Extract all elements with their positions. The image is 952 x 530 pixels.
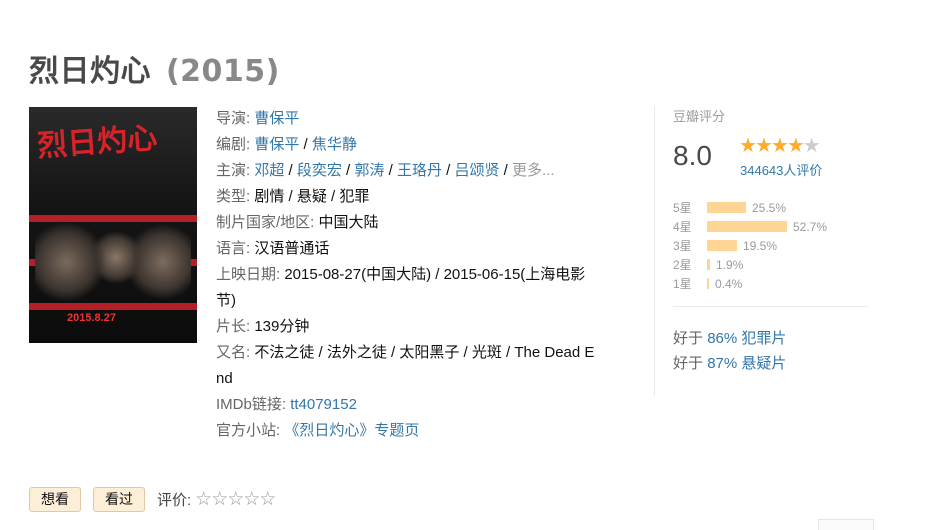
info-aka-cont: nd bbox=[216, 370, 233, 387]
better-than-row: 好于 86% 犯罪片 bbox=[673, 330, 787, 347]
rating-stars: ★★★★★ bbox=[739, 133, 821, 158]
info-writers: 编剧: 曹保平 / 焦华静 bbox=[216, 136, 357, 153]
star-filled-icon: ★ bbox=[739, 135, 757, 157]
rating-bar-fill bbox=[707, 202, 746, 213]
page-title: 烈日灼心 (2015) bbox=[29, 46, 280, 90]
writer-link[interactable]: 焦华静 bbox=[312, 136, 357, 153]
better-than-link[interactable]: 86% 犯罪片 bbox=[707, 330, 786, 347]
cast-link[interactable]: 王珞丹 bbox=[397, 162, 442, 179]
rating-bar-percent: 19.5% bbox=[743, 238, 778, 253]
star-filled-icon: ★ bbox=[786, 135, 805, 157]
cast-more-link[interactable]: 更多... bbox=[512, 162, 555, 179]
rating-bar-label: 5星 bbox=[673, 201, 692, 215]
want-to-watch-button[interactable]: 想看 bbox=[29, 487, 81, 512]
info-genre: 类型: 剧情 / 悬疑 / 犯罪 bbox=[216, 188, 370, 205]
runtime-value: 139分钟 bbox=[254, 318, 310, 335]
rate-label: 评价: bbox=[157, 492, 192, 509]
official-site-link[interactable]: 《烈日灼心》专题页 bbox=[284, 422, 419, 439]
genre-value: 剧情 / 悬疑 / 犯罪 bbox=[254, 188, 370, 205]
rating-bar-label: 2星 bbox=[673, 258, 692, 272]
rating-bar-percent: 1.9% bbox=[716, 257, 744, 272]
rating-bar-label: 3星 bbox=[673, 239, 692, 253]
rating-votes-link[interactable]: 344643人评价 bbox=[740, 160, 822, 179]
poster-title-art: 烈日灼心 bbox=[36, 120, 159, 165]
rating-bar-fill bbox=[707, 278, 709, 289]
rating-divider bbox=[673, 306, 868, 307]
star-filled-icon: ★ bbox=[754, 135, 773, 157]
rating-bar-label: 4星 bbox=[673, 220, 692, 234]
section-divider bbox=[654, 106, 655, 396]
rating-bar-percent: 25.5% bbox=[752, 200, 787, 215]
info-site: 官方小站: 《烈日灼心》专题页 bbox=[216, 422, 420, 439]
rating-bar-row: 2星 1.9% bbox=[673, 255, 827, 274]
movie-info: 导演: 曹保平 编剧: 曹保平 / 焦华静 主演: 邓超 / 段奕宏 / 郭涛 … bbox=[216, 106, 636, 444]
aka-value: 不法之徒 / 法外之徒 / 太阳黑子 / 光斑 / The Dead E bbox=[254, 344, 595, 361]
rating-label: 豆瓣评分 bbox=[673, 109, 726, 124]
movie-poster[interactable]: 烈日灼心 2015.8.27 bbox=[29, 107, 197, 343]
language-value: 汉语普通话 bbox=[254, 240, 330, 257]
cast-link[interactable]: 吕颂贤 bbox=[454, 162, 499, 179]
rating-bar-row: 4星 52.7% bbox=[673, 217, 827, 236]
poster-date: 2015.8.27 bbox=[67, 312, 116, 324]
rating-bar-fill bbox=[707, 240, 737, 251]
info-country: 制片国家/地区: 中国大陆 bbox=[216, 214, 379, 231]
cast-link[interactable]: 邓超 bbox=[254, 162, 284, 179]
bottom-widget-edge bbox=[818, 519, 874, 530]
cast-link[interactable]: 郭涛 bbox=[354, 162, 384, 179]
info-aka: 又名: 不法之徒 / 法外之徒 / 太阳黑子 / 光斑 / The Dead E bbox=[216, 344, 595, 361]
info-release-cont: 节) bbox=[216, 292, 236, 309]
rating-bar-row: 3星 19.5% bbox=[673, 236, 827, 255]
imdb-link[interactable]: tt4079152 bbox=[290, 396, 357, 413]
info-runtime: 片长: 139分钟 bbox=[216, 318, 310, 335]
release-value: 2015-08-27(中国大陆) / 2015-06-15(上海电影 bbox=[284, 266, 586, 283]
country-value: 中国大陆 bbox=[318, 214, 379, 231]
writer-link[interactable]: 曹保平 bbox=[254, 136, 299, 153]
rating-bar-label: 1星 bbox=[673, 277, 692, 291]
star-empty-icon: ★ bbox=[802, 135, 821, 157]
info-language: 语言: 汉语普通话 bbox=[216, 240, 330, 257]
rating-score: 8.0 bbox=[673, 140, 712, 171]
star-filled-icon: ★ bbox=[770, 135, 789, 157]
director-link[interactable]: 曹保平 bbox=[254, 110, 299, 127]
movie-title: 烈日灼心 bbox=[29, 54, 151, 89]
info-director: 导演: 曹保平 bbox=[216, 110, 300, 127]
rating-bar-row: 1星 0.4% bbox=[673, 274, 827, 293]
watched-button[interactable]: 看过 bbox=[93, 487, 145, 512]
rate-stars-input[interactable]: ☆☆☆☆☆ bbox=[195, 488, 276, 511]
info-release: 上映日期: 2015-08-27(中国大陆) / 2015-06-15(上海电影 bbox=[216, 266, 586, 283]
user-actions: 想看 看过 评价: ☆☆☆☆☆ bbox=[29, 487, 276, 512]
info-cast: 主演: 邓超 / 段奕宏 / 郭涛 / 王珞丹 / 吕颂贤 / 更多... bbox=[216, 162, 555, 179]
movie-year: (2015) bbox=[165, 54, 280, 89]
rating-distribution: 5星 25.5% 4星 52.7% 3星 19.5% 2星 1.9% 1星 0.… bbox=[673, 198, 827, 293]
rating-bar-fill bbox=[707, 221, 787, 232]
cast-link[interactable]: 段奕宏 bbox=[297, 162, 342, 179]
better-than-link[interactable]: 87% 悬疑片 bbox=[707, 355, 786, 372]
rating-bar-percent: 52.7% bbox=[793, 219, 828, 234]
better-than-section: 好于 86% 犯罪片 好于 87% 悬疑片 bbox=[673, 326, 786, 376]
poster-faces-image bbox=[35, 217, 191, 307]
rating-bar-row: 5星 25.5% bbox=[673, 198, 827, 217]
rating-bar-percent: 0.4% bbox=[715, 276, 743, 291]
rating-panel: 豆瓣评分 8.0 ★★★★★ 344643人评价 5星 25.5% 4星 52.… bbox=[673, 106, 868, 372]
better-than-row: 好于 87% 悬疑片 bbox=[673, 355, 787, 372]
info-imdb: IMDb链接: tt4079152 bbox=[216, 396, 357, 413]
rating-bar-fill bbox=[707, 259, 710, 270]
